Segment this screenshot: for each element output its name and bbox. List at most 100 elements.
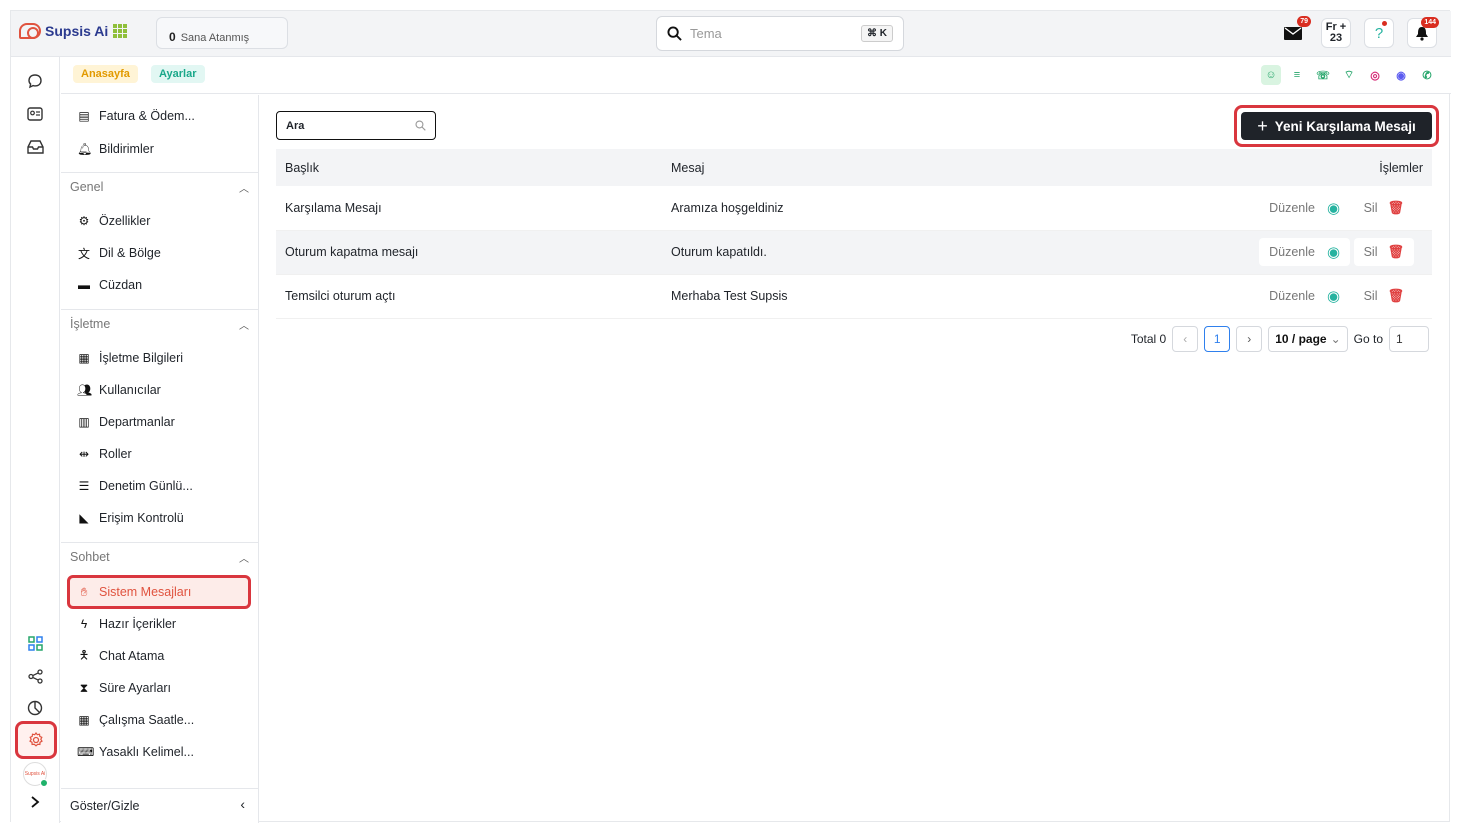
group-title: Genel <box>70 180 104 194</box>
sidebar-item-wallet[interactable]: ▬ Cüzdan <box>77 274 142 296</box>
pagination-total: Total 0 <box>1130 332 1167 346</box>
row-actions: Düzenle ◉ Sil 🗑︎ <box>976 186 1432 230</box>
sidebar-item-canned-content[interactable]: ϟ Hazır İçerikler <box>77 613 176 635</box>
top-actions: 79 Fr + 23 ? 144 <box>1278 16 1439 48</box>
eye-icon: ◉ <box>1327 288 1341 305</box>
mail-button[interactable]: 79 <box>1278 16 1311 48</box>
chevron-down-icon: ⌄ <box>1330 332 1341 346</box>
table-header-row: Başlık Mesaj İşlemler <box>276 149 1432 186</box>
page-button-current[interactable]: 1 <box>1204 326 1231 352</box>
chevron-right-icon: › <box>1247 332 1252 346</box>
sidebar-item-audit-log[interactable]: ☰ Denetim Günlü... <box>77 475 193 497</box>
edit-label: Düzenle <box>1269 289 1315 303</box>
sidebar-item-roles[interactable]: ⇹ Roller <box>77 443 132 465</box>
sidebar-item-chat-assignment[interactable]: 🯅︎ Chat Atama <box>77 645 165 667</box>
next-page-button[interactable]: › <box>1236 326 1263 352</box>
sidebar-item-time-settings[interactable]: ⧗ Süre Ayarları <box>77 677 171 699</box>
dashboard-rail-icon[interactable] <box>25 633 45 653</box>
contacts-rail-icon[interactable] <box>25 104 45 124</box>
search-icon <box>415 120 426 131</box>
sidebar-item-departments[interactable]: ▥ Departmanlar <box>77 411 174 433</box>
sidebar-item-notifications[interactable]: 🔔︎ Bildirimler <box>77 138 154 160</box>
search-shortcut: ⌘ K <box>861 25 893 42</box>
roles-icon: ⇹ <box>78 447 90 461</box>
reports-rail-icon[interactable] <box>25 698 45 718</box>
whatsapp-channel-icon[interactable]: ✆ <box>1417 65 1437 85</box>
edit-button[interactable]: Düzenle ◉ <box>1259 194 1350 222</box>
breadcrumb-home[interactable]: Anasayfa <box>73 65 138 83</box>
sidebar-item-label: Çalışma Saatle... <box>99 713 195 727</box>
share-rail-icon[interactable] <box>25 666 45 686</box>
instagram-channel-icon[interactable]: ◎ <box>1365 65 1385 85</box>
new-welcome-message-label: Yeni Karşılama Mesajı <box>1274 118 1416 134</box>
group-title: Sohbet <box>70 550 110 564</box>
sidebar-item-label: Roller <box>99 447 132 461</box>
goto-page-input[interactable]: 1 <box>1389 326 1429 352</box>
list-channel-icon[interactable]: ≡ <box>1287 65 1307 85</box>
channel-icons: ☺ ≡ ☏ ⌔ ◎ ◉ ✆ <box>1261 65 1437 85</box>
notifications-button[interactable]: 144 <box>1407 17 1439 48</box>
wave-icon: ✋︎ <box>80 584 88 599</box>
assigned-count: 0 <box>169 30 176 44</box>
table-row: Temsilci oturum açtı Merhaba Test Supsis… <box>276 274 1432 318</box>
settings-rail-button[interactable] <box>15 721 57 759</box>
trash-icon: 🗑︎ <box>1387 288 1404 303</box>
apps-grid-icon[interactable] <box>113 24 127 38</box>
sidebar-item-working-hours[interactable]: ▦ Çalışma Saatle... <box>77 709 194 731</box>
group-header-genel[interactable]: Genel ︿ <box>61 172 258 198</box>
breadcrumb-settings[interactable]: Ayarlar <box>151 65 205 83</box>
voice-channel-icon[interactable]: ☏ <box>1313 65 1333 85</box>
group-header-isletme[interactable]: İşletme ︿ <box>61 309 258 335</box>
messenger-channel-icon[interactable]: ◉ <box>1391 65 1411 85</box>
sidebar-item-banned-words[interactable]: ⌨ Yasaklı Kelimel... <box>77 741 194 763</box>
expand-rail-icon[interactable] <box>25 792 45 812</box>
sidebar-item-features[interactable]: ⚙ Özellikler <box>77 210 151 232</box>
delete-button[interactable]: Sil 🗑︎ <box>1354 194 1414 222</box>
mail-badge: 79 <box>1297 16 1311 27</box>
sidebar-item-access-control[interactable]: ◣ Erişim Kontrolü <box>77 507 184 529</box>
help-button[interactable]: ? <box>1364 18 1394 48</box>
chatbot-channel-icon[interactable]: ☺ <box>1261 65 1281 85</box>
edit-button[interactable]: Düzenle ◉ <box>1259 238 1351 266</box>
bolt-icon: ϟ <box>80 617 88 631</box>
messages-table: Başlık Mesaj İşlemler Karşılama Mesajı A… <box>276 149 1432 319</box>
delete-label: Sil <box>1363 245 1378 259</box>
inbox-rail-icon[interactable] <box>25 136 45 156</box>
chevron-left-icon: ‹ <box>240 796 245 812</box>
group-header-sohbet[interactable]: Sohbet ︿ <box>61 542 258 568</box>
date-button[interactable]: Fr + 23 <box>1321 18 1351 48</box>
sidebar-item-label: Erişim Kontrolü <box>99 511 184 525</box>
app-logo[interactable]: Supsis Ai <box>19 23 108 39</box>
sidebar-toggle[interactable]: Göster/Gizle ‹ <box>61 788 258 823</box>
sidebar-item-business-info[interactable]: ▦ İşletme Bilgileri <box>77 347 183 369</box>
new-welcome-message-button[interactable]: + Yeni Karşılama Mesajı <box>1241 112 1432 140</box>
search-icon <box>667 26 682 41</box>
sidebar-item-label: Hazır İçerikler <box>99 617 177 631</box>
row-title: Oturum kapatma mesajı <box>285 245 419 259</box>
assigned-label: Sana Atanmış <box>180 32 250 44</box>
prev-page-button[interactable]: ‹ <box>1172 326 1199 352</box>
table-search-input[interactable]: Ara <box>276 111 436 140</box>
page-size-value: 10 / page <box>1275 332 1327 346</box>
delete-button[interactable]: Sil 🗑︎ <box>1354 282 1414 310</box>
sidebar-item-system-messages[interactable]: ✋︎ Sistem Mesajları <box>77 581 192 603</box>
translate-icon: 文 <box>77 246 90 261</box>
mail-icon <box>1284 26 1302 40</box>
sidebar-item-language[interactable]: 文 Dil & Bölge <box>77 242 161 264</box>
edit-button[interactable]: Düzenle ◉ <box>1259 282 1350 310</box>
delete-button[interactable]: Sil 🗑︎ <box>1353 238 1414 266</box>
main-content: Ara + Yeni Karşılama Mesajı Başlık Mesaj… <box>260 95 1451 823</box>
chat-rail-icon[interactable] <box>25 71 45 91</box>
breadcrumb: Anasayfa Ayarlar ☺ ≡ ☏ ⌔ ◎ ◉ ✆ <box>61 57 1451 94</box>
logo-icon <box>19 23 41 39</box>
shield-icon: ◣ <box>79 511 89 525</box>
sidebar-item-users[interactable]: 👥︎ Kullanıcılar <box>77 379 161 401</box>
global-search[interactable]: Tema ⌘ K <box>656 16 904 51</box>
assigned-counter[interactable]: 0 Sana Atanmış <box>156 17 288 49</box>
sidebar-item-billing[interactable]: ▤ Fatura & Ödem... <box>77 105 195 127</box>
trash-icon: 🗑︎ <box>1387 199 1404 215</box>
bell-icon: 🔔︎ <box>77 142 93 156</box>
page-size-select[interactable]: 10 / page ⌄ <box>1268 326 1348 352</box>
user-avatar[interactable]: Supsis Ai <box>23 762 48 787</box>
wifi-channel-icon[interactable]: ⌔ <box>1339 65 1359 85</box>
